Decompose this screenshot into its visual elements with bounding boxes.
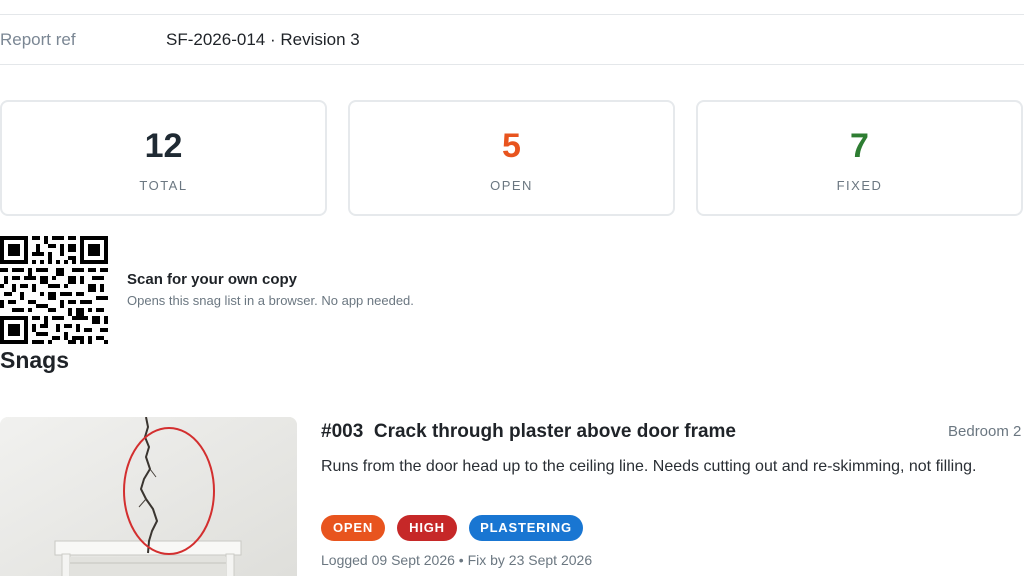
report-ref-value: SF-2026-014 · Revision 3	[166, 30, 360, 49]
stat-open-label: OPEN	[490, 178, 533, 193]
snag-title[interactable]: #003 Crack through plaster above door fr…	[321, 421, 736, 443]
report-ref-row: Report ref SF-2026-014 · Revision 3	[0, 15, 1024, 65]
stat-card-total: 12 TOTAL	[0, 100, 327, 216]
trade-badge-plastering[interactable]: PLASTERING	[469, 515, 583, 541]
snag-photo[interactable]	[0, 417, 297, 576]
stat-open-value: 5	[502, 127, 521, 165]
status-badge-open[interactable]: OPEN	[321, 515, 385, 541]
snag-number: #003	[321, 421, 364, 442]
priority-badge-high[interactable]: HIGH	[397, 515, 457, 541]
report-ref-label: Report ref	[0, 30, 76, 49]
snag-location: Bedroom 2	[948, 423, 1022, 440]
qr-subtitle: Opens this snag list in a browser. No ap…	[127, 293, 414, 308]
stat-total-value: 12	[144, 127, 183, 165]
stat-fixed-label: FIXED	[836, 178, 883, 193]
snags-heading: Snags	[0, 347, 70, 373]
qr-title: Scan for your own copy	[127, 271, 298, 288]
qr-code-icon[interactable]	[0, 236, 108, 344]
stat-total-label: TOTAL	[139, 178, 188, 193]
snag-description: Runs from the door head up to the ceilin…	[321, 458, 977, 475]
snag-meta: Logged 09 Sept 2026 • Fix by 23 Sept 202…	[321, 552, 593, 568]
stat-card-fixed: 7 FIXED	[696, 100, 1023, 216]
snag-title-text: Crack through plaster above door frame	[373, 421, 736, 442]
stat-card-open: 5 OPEN	[348, 100, 675, 216]
stat-fixed-value: 7	[850, 127, 869, 165]
